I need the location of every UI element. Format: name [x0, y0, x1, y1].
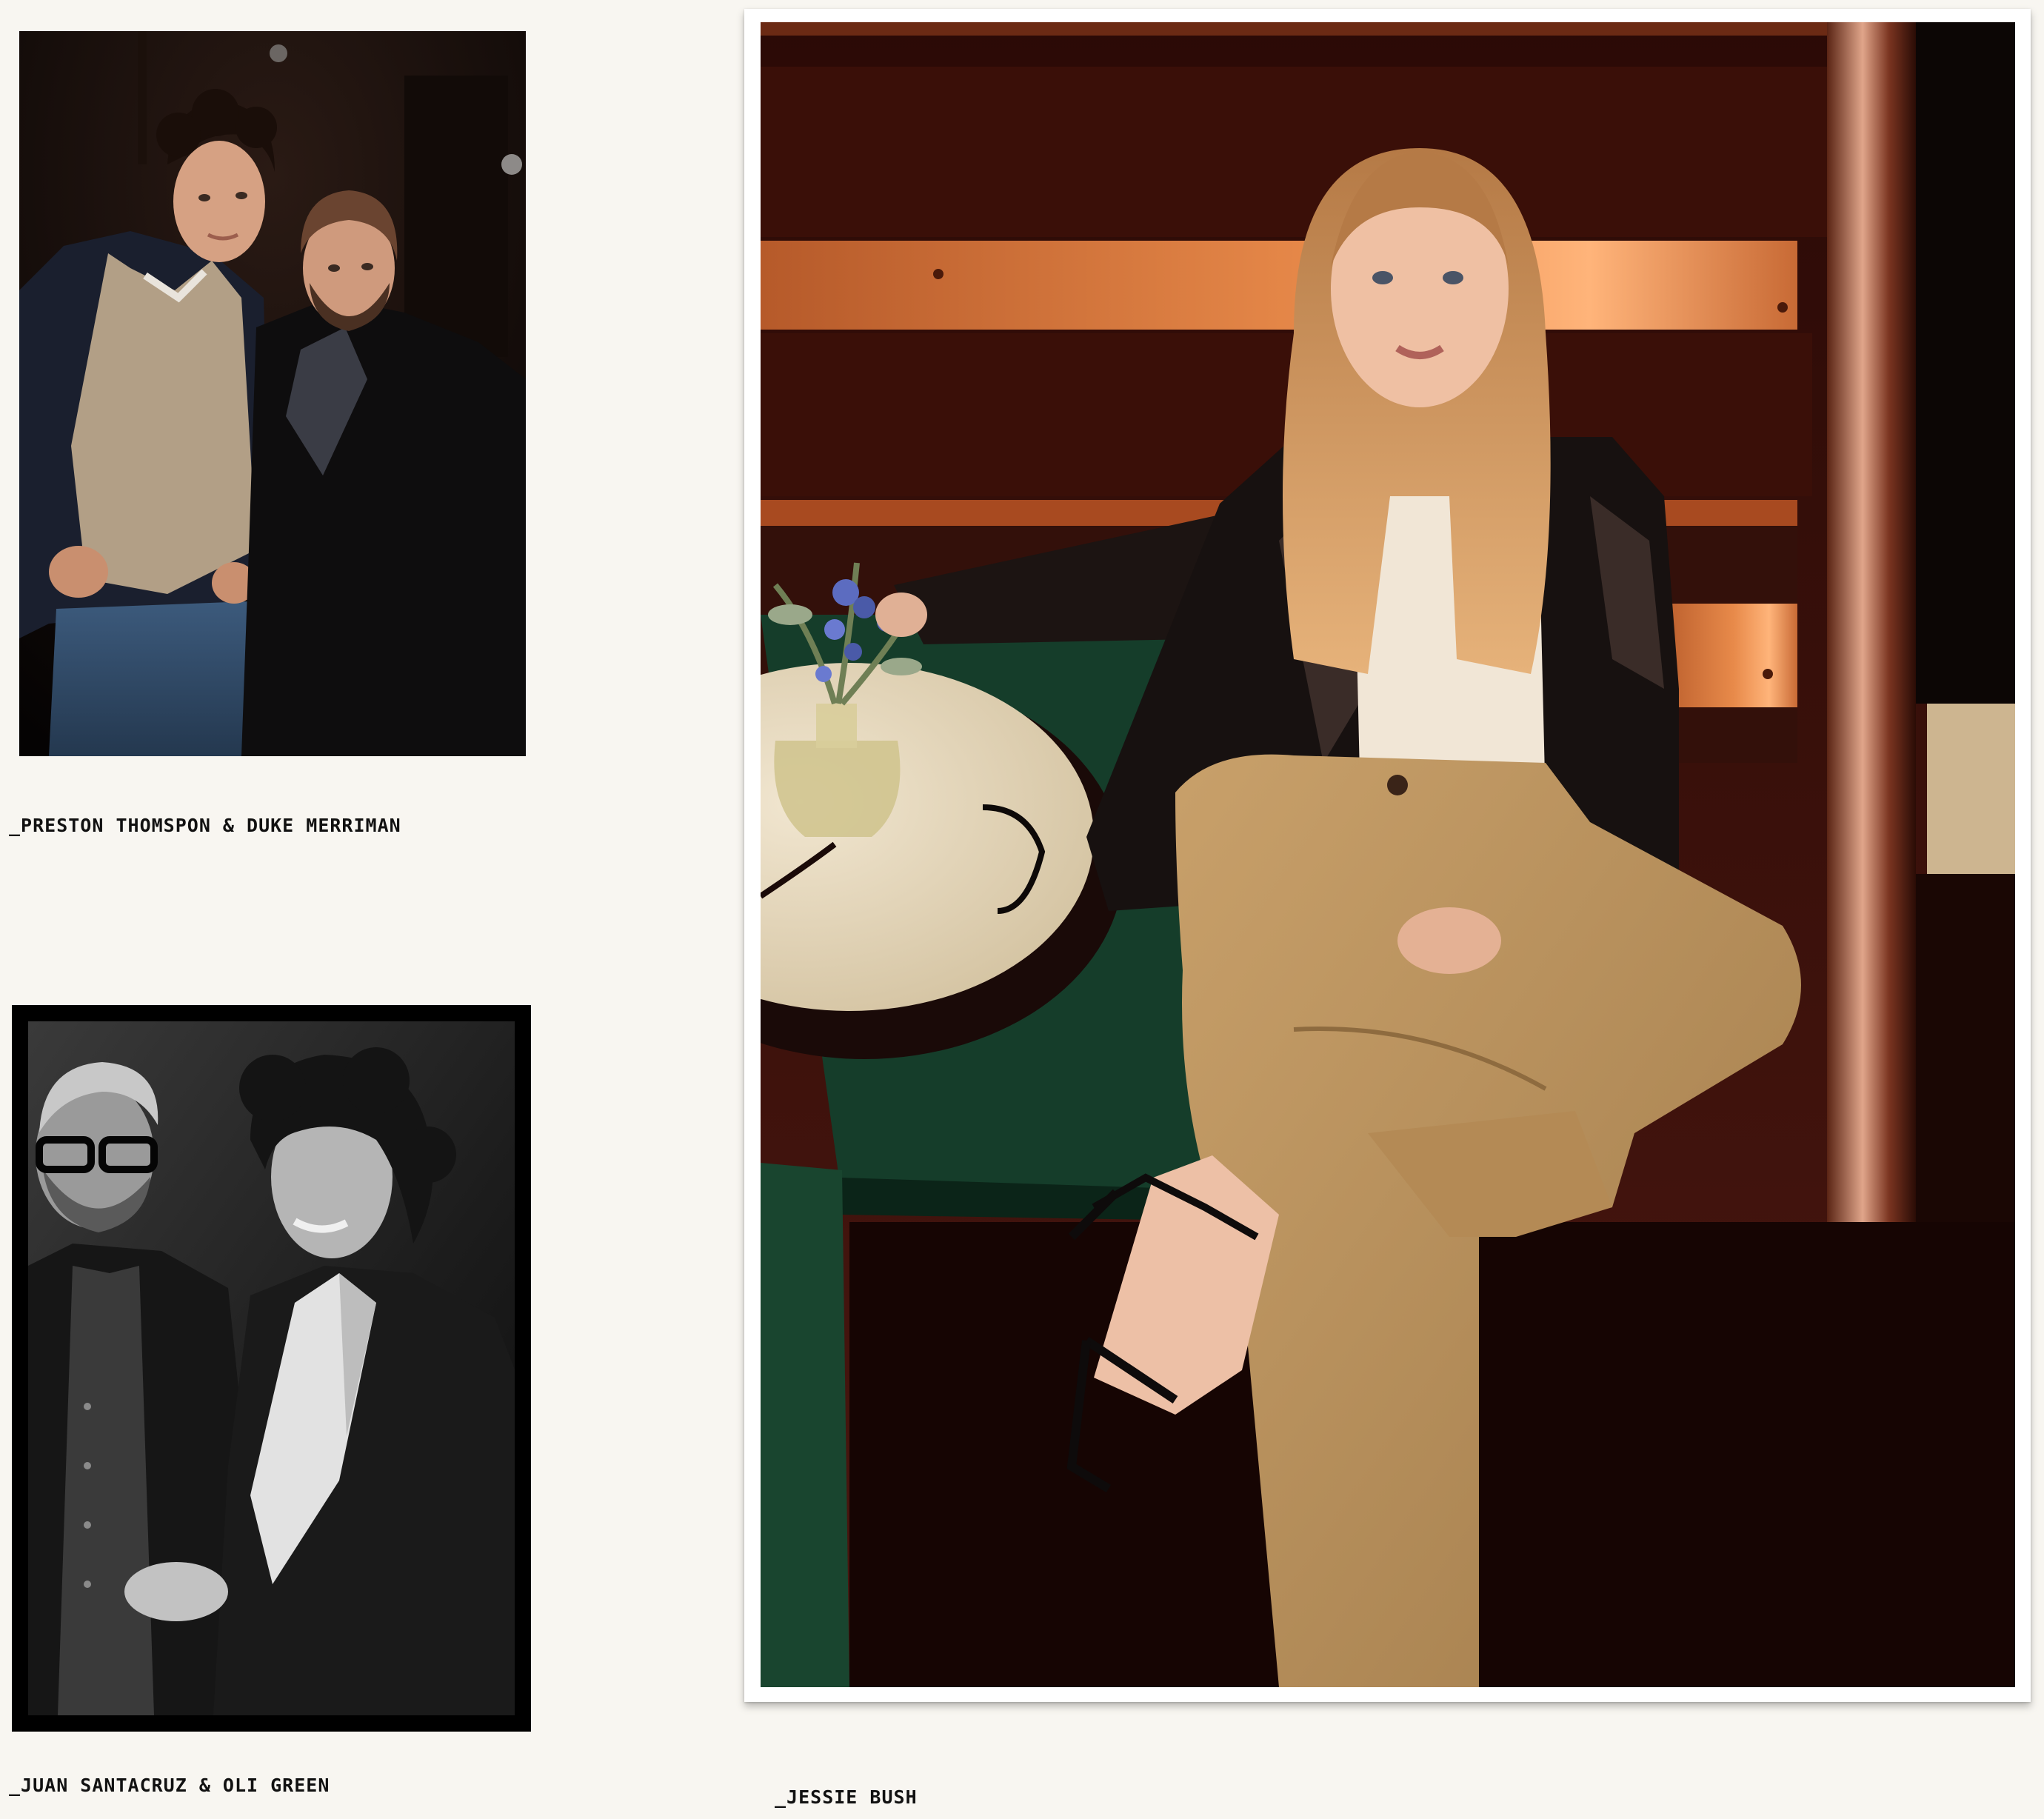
photo-jessie-bush[interactable]	[761, 22, 2015, 1687]
photo-image	[19, 31, 526, 756]
photo-image	[761, 22, 2015, 1687]
photo-caption: _PRESTON THOMSPON & DUKE MERRIMAN	[9, 815, 401, 836]
photo-image	[28, 1021, 515, 1715]
photo-caption: _JESSIE BUSH	[775, 1786, 918, 1808]
photo-preston-thomspon-duke-merriman[interactable]	[19, 31, 526, 756]
photo-caption: _JUAN SANTACRUZ & OLI GREEN	[9, 1775, 330, 1796]
photo-juan-santacruz-oli-green[interactable]	[12, 1005, 531, 1732]
